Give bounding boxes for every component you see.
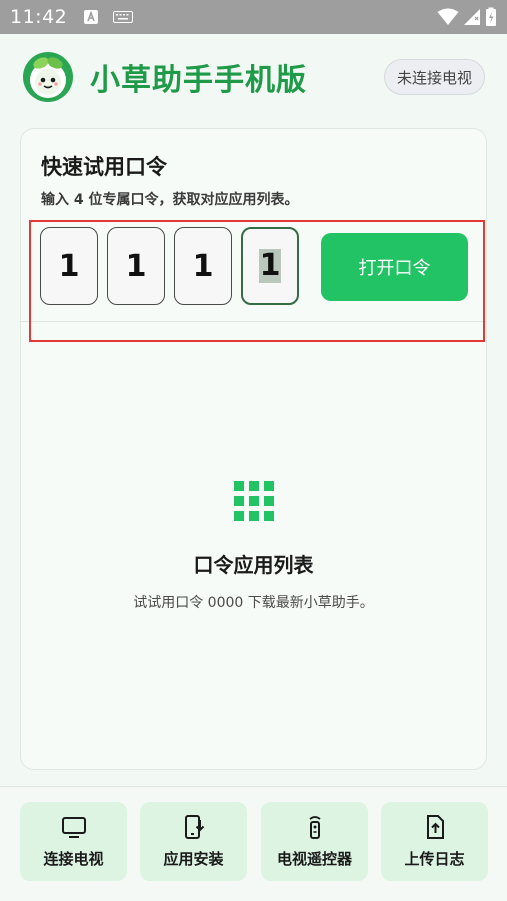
app-logo-icon [23,52,73,102]
card-title: 快速试用口令 [41,155,167,179]
status-left-icons [83,9,134,25]
upload-log-icon [426,815,444,839]
bottom-toolbar: 连接电视 应用安装 电视遥控器 上传日志 [0,786,507,901]
highlight-annotation-box [29,220,485,342]
tv-remote-label: 电视遥控器 [276,850,352,868]
upload-log-label: 上传日志 [404,850,465,868]
keyboard-icon [113,11,134,23]
connect-tv-button[interactable]: 连接电视 [20,802,127,881]
battery-icon [486,7,496,26]
tv-icon [61,817,86,838]
tv-remote-button[interactable]: 电视遥控器 [261,802,368,881]
notification-a-icon [84,10,99,24]
status-bar: 11:42 [0,0,507,34]
app-install-button[interactable]: 应用安装 [140,802,247,881]
signal-icon [464,9,480,25]
wifi-icon [437,8,459,25]
app-header: 小草助手手机版 未连接电视 [0,34,507,120]
card-subtitle: 输入 4 位专属口令，获取对应应用列表。 [41,192,299,208]
empty-state-description: 试试用口令 0000 下载最新小草助手。 [133,595,374,611]
status-right-icons [437,7,497,27]
app-grid-icon [233,481,274,521]
remote-icon [308,816,321,839]
status-time: 11:42 [10,6,68,28]
app-title: 小草助手手机版 [90,63,307,98]
empty-state: 口令应用列表 试试用口令 0000 下载最新小草助手。 [21,481,486,612]
connect-tv-label: 连接电视 [43,850,104,868]
connection-status-badge[interactable]: 未连接电视 [383,59,485,95]
upload-log-button[interactable]: 上传日志 [381,802,488,881]
app-install-label: 应用安装 [163,850,224,868]
app-install-icon [184,815,204,839]
empty-state-title: 口令应用列表 [193,553,314,577]
